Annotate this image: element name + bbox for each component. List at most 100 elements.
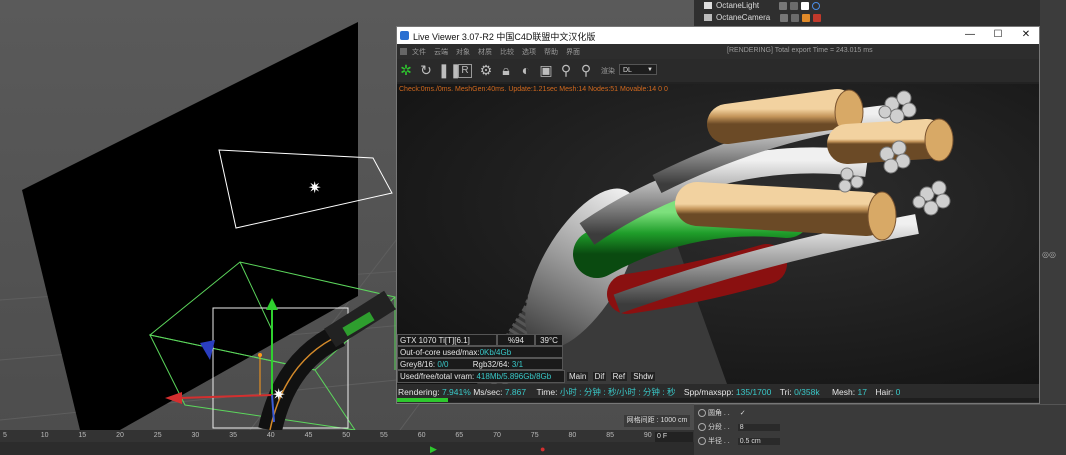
lock-icon[interactable]: 🔒︎ <box>498 62 514 78</box>
render-tag-icon[interactable] <box>790 1 799 10</box>
timeline-tick-label: 20 <box>116 432 124 439</box>
texture-count-row: Grey8/16: 0/0 Rgb32/64: 3/1 <box>397 358 563 370</box>
visibility-tag-icon[interactable] <box>779 1 788 10</box>
render-view[interactable]: Check:0ms./0ms. MeshGen:40ms. Update:1.2… <box>397 84 1039 384</box>
radius-field[interactable]: 0.5 cm <box>737 438 780 445</box>
frame-field[interactable]: 0 F <box>655 432 693 442</box>
rgb-label: Rgb32/64: <box>472 360 510 369</box>
timeline-tick-label: 80 <box>568 432 577 439</box>
record-button-icon[interactable]: ● <box>540 444 545 454</box>
chevron-down-icon: ▼ <box>647 67 653 73</box>
pick-focus-icon[interactable]: ⚲ <box>558 62 574 78</box>
send-scene-icon[interactable]: ✲ <box>398 62 414 78</box>
timeline-tick-label: 70 <box>493 432 501 439</box>
visibility-tag-icon[interactable] <box>780 13 789 22</box>
out-of-core-value: 0Kb/4Gb <box>479 348 512 357</box>
timeline-tick-label: 25 <box>153 432 162 439</box>
rgb-value: 3/1 <box>511 360 524 369</box>
menu-compare[interactable]: 比较 <box>500 47 514 57</box>
render-progress-fill <box>397 398 448 402</box>
gpu-name: GTX 1070 Ti[T][6.1] <box>397 334 497 346</box>
timeline-tick-label: 15 <box>78 432 87 439</box>
region-render-icon[interactable]: R <box>458 64 472 78</box>
menu-cloud[interactable]: 云端 <box>434 47 448 57</box>
timeline-tick-label: 45 <box>304 432 313 439</box>
camera-tag-icon[interactable] <box>813 13 822 22</box>
app-icon <box>400 31 409 40</box>
pass-tab-shadow[interactable]: Shdw <box>631 372 656 381</box>
attribute-panel: 圆角 . . ✓ 分段 . . 8 半径 . . 0.5 cm <box>694 404 1066 455</box>
time-label: Time: <box>536 387 558 397</box>
mspp-label: Ms/sec: <box>473 387 503 397</box>
animate-dot-icon[interactable] <box>698 437 706 446</box>
object-label: OctaneCamera <box>716 13 771 22</box>
attr-row-fillet[interactable]: 圆角 . . ✓ <box>698 408 746 418</box>
timeline-tick-label: 85 <box>606 432 614 439</box>
menu-help[interactable]: 帮助 <box>544 47 558 57</box>
hair-label: Hair: <box>875 387 894 397</box>
grid-distance-label: 网格间距 : 1000 cm <box>624 415 690 427</box>
timeline-tick-label: 55 <box>380 432 388 439</box>
menu-objects[interactable]: 对象 <box>456 47 470 57</box>
play-button-icon[interactable]: ▶ <box>430 444 437 455</box>
live-viewer-window[interactable]: Live Viewer 3.07-R2 中国C4D联盟中文汉化版 — ☐ ✕ 文… <box>396 26 1040 404</box>
camera-object-icon <box>704 14 712 22</box>
target-tag-icon[interactable] <box>812 1 821 10</box>
light-object-icon <box>704 2 712 10</box>
minimize-button[interactable]: — <box>963 29 977 40</box>
dock-icons[interactable]: ◎◎ <box>1042 250 1064 260</box>
debug-info-text: Check:0ms./0ms. MeshGen:40ms. Update:1.2… <box>399 86 668 93</box>
hair-value: 0 <box>895 387 901 397</box>
svg-text:✷: ✷ <box>272 385 285 404</box>
material-ball-icon[interactable]: ◐ <box>518 62 534 78</box>
time-value: 小时 : 分钟 : 秒/小时 : 分钟 : 秒 <box>559 387 676 397</box>
spp-value: 135/1700 <box>735 387 772 397</box>
animate-dot-icon[interactable] <box>698 409 706 418</box>
transport-bar: 0 F ▶ ● <box>0 432 694 455</box>
viewport-frame-icon[interactable]: ▣ <box>538 62 554 78</box>
settings-gear-icon[interactable]: ⚙ <box>478 62 494 78</box>
timeline-tick-label: 65 <box>455 432 464 439</box>
menu-file[interactable]: 文件 <box>412 47 426 57</box>
maximize-button[interactable]: ☐ <box>991 29 1005 40</box>
vram-value: 418Mb/5.896Gb/8Gb <box>476 372 552 381</box>
timeline-tick-label: 60 <box>417 432 426 439</box>
mspp-value: 7.867 <box>504 387 527 397</box>
fillet-checkbox[interactable]: ✓ <box>740 410 746 417</box>
tri-value: 0/358k <box>794 387 820 397</box>
vram-label: Used/free/total vram: <box>400 372 475 381</box>
attr-row-segments[interactable]: 分段 . . 8 <box>698 422 780 432</box>
pass-tab-main[interactable]: Main <box>567 372 589 381</box>
toolbar: ✲ ↻ ❚❚ R ⚙ 🔒︎ ◐ ▣ ⚲ ⚲ 渲染 DL ▼ <box>397 59 1039 82</box>
timeline-tick-label: 30 <box>191 432 200 439</box>
pick-material-icon[interactable]: ⚲ <box>578 62 594 78</box>
menu-interface[interactable]: 界面 <box>566 47 580 57</box>
animate-dot-icon[interactable] <box>698 423 706 432</box>
close-button[interactable]: ✕ <box>1019 29 1033 40</box>
attr-row-radius[interactable]: 半径 . . 0.5 cm <box>698 436 780 446</box>
menu-materials[interactable]: 材质 <box>478 47 492 57</box>
object-manager[interactable]: OctaneLight OctaneCamera <box>694 0 1066 26</box>
out-of-core-row: Out-of-core used/max:0Kb/4Gb <box>397 346 563 358</box>
render-progress-bar <box>397 398 1039 402</box>
render-tag-icon[interactable] <box>791 13 800 22</box>
object-row-camera[interactable]: OctaneCamera <box>704 13 822 22</box>
menu-options[interactable]: 选项 <box>522 47 536 57</box>
title-bar[interactable]: Live Viewer 3.07-R2 中国C4D联盟中文汉化版 — ☐ ✕ <box>397 27 1039 44</box>
kernel-select[interactable]: DL ▼ <box>619 64 657 75</box>
pass-tab-reflection[interactable]: Ref <box>610 372 628 381</box>
timeline[interactable]: 5 10 15 20 25 30 35 40 45 50 55 60 65 70 75 80 85 90 0 F … <box>0 430 694 455</box>
light-tag-icon[interactable] <box>801 1 810 10</box>
rendering-label: Rendering: <box>398 387 440 397</box>
timeline-tick-label: 10 <box>40 432 49 439</box>
octane-tag-icon[interactable] <box>802 13 811 22</box>
pass-tabs: Main Dif Ref Shdw <box>567 372 656 381</box>
right-dock-strip: ◎◎ <box>1040 0 1066 430</box>
object-row-light[interactable]: OctaneLight <box>704 1 821 10</box>
spp-label: Spp/maxspp: <box>683 387 734 397</box>
pause-icon[interactable]: ❚❚ <box>438 62 461 78</box>
attr-label: 分段 . . <box>707 424 730 431</box>
segments-field[interactable]: 8 <box>737 424 780 431</box>
restart-render-icon[interactable]: ↻ <box>418 62 434 78</box>
pass-tab-diffuse[interactable]: Dif <box>592 372 607 381</box>
